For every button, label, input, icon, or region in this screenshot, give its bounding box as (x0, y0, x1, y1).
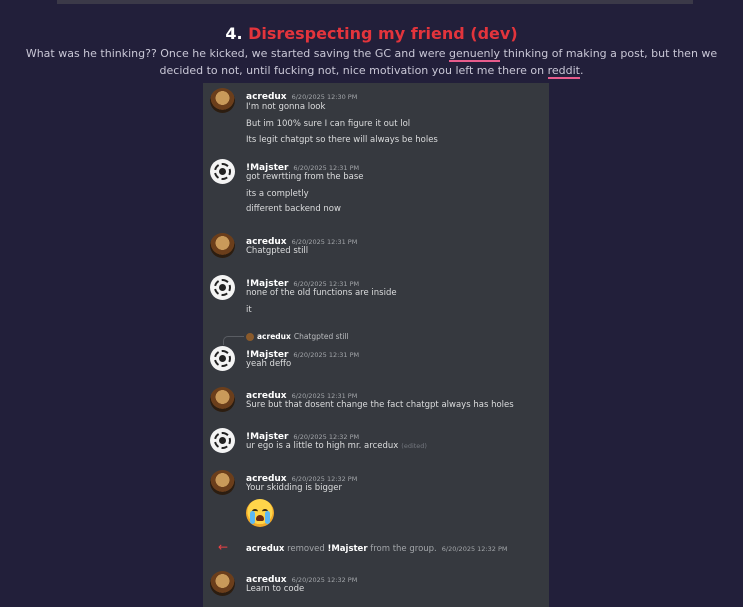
avatar-majster[interactable] (210, 428, 235, 453)
avatar-majster[interactable] (210, 346, 235, 371)
timestamp: 6/20/2025 12:30 PM (291, 93, 358, 101)
system-actor[interactable]: acredux (246, 544, 284, 554)
avatar-acredux[interactable] (210, 387, 235, 412)
message-line: Sure but that dosent change the fact cha… (246, 400, 514, 410)
edited-tag: (edited) (401, 442, 427, 450)
message-line: I'm not gonna look (246, 102, 326, 112)
message-line: Your skidding is bigger (246, 483, 342, 493)
reply-author: acredux (257, 332, 291, 341)
left-arrow-icon: ← (218, 540, 229, 554)
desc-text-1: What was he thinking?? Once he kicked, w… (25, 47, 450, 60)
message-line: Learn to code (246, 584, 305, 594)
message-line: Its legit chatgpt so there will always b… (246, 135, 438, 145)
message-line: none of the old functions are inside (246, 288, 397, 298)
avatar-majster[interactable] (210, 275, 235, 300)
reply-connector (223, 336, 244, 345)
message-line: But im 100% sure I can figure it out lol (246, 119, 411, 129)
desc-text-3: . (579, 64, 584, 77)
system-target[interactable]: !Majster (327, 544, 367, 554)
message-line: ur ego is a little to high mr. arcedux (e… (246, 440, 427, 452)
message-text: ur ego is a little to high mr. arcedux (246, 441, 399, 451)
section-heading: 4. Disrespecting my friend (dev) (0, 23, 743, 45)
timestamp: 6/20/2025 12:32 PM (441, 545, 508, 553)
desc-link-reddit[interactable]: reddit (547, 64, 580, 79)
discord-chat-screenshot: acredux 6/20/2025 12:30 PM I'm not gonna … (203, 83, 549, 607)
section-description: What was he thinking?? Once he kicked, w… (20, 45, 723, 79)
system-suffix: from the group. (370, 544, 437, 554)
message-line: it (246, 305, 252, 315)
timestamp: 6/20/2025 12:31 PM (293, 351, 360, 359)
avatar-majster[interactable] (210, 159, 235, 184)
avatar-acredux[interactable] (210, 470, 235, 495)
message-line: Chatgpted still (246, 246, 309, 256)
message-line: different backend now (246, 204, 341, 214)
reply-avatar (246, 333, 254, 341)
avatar-acredux[interactable] (210, 233, 235, 258)
heading-title: Disrespecting my friend (dev) (248, 24, 518, 43)
system-action: removed (287, 544, 325, 554)
message-line: yeah deffo (246, 359, 292, 369)
reply-preview[interactable]: acredux Chatgpted still (246, 332, 349, 342)
system-message-removed: ← acredux removed !Majster from the grou… (203, 540, 549, 556)
loudly-crying-face-icon[interactable] (246, 499, 274, 527)
top-divider-bar (57, 0, 693, 4)
avatar-acredux[interactable] (210, 88, 235, 113)
heading-number: 4. (225, 24, 243, 43)
desc-underlined-genuenly: genuenly (449, 47, 501, 62)
reply-text: Chatgpted still (293, 332, 349, 341)
message-line: got rewrtting from the base (246, 172, 364, 182)
message-line: its a completly (246, 189, 309, 199)
avatar-acredux[interactable] (210, 571, 235, 596)
